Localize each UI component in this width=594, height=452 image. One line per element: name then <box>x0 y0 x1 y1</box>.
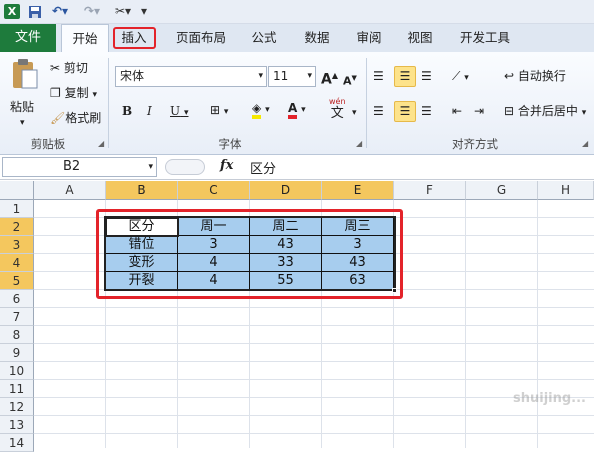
merge-icon: ⊟ <box>504 104 515 118</box>
tab-page-layout[interactable]: 页面布局 <box>170 24 232 52</box>
font-size-dropdown-icon[interactable]: ▾ <box>307 67 312 86</box>
worksheet-grid[interactable]: A B C D E F G H 1 2 3 4 5 6 7 8 9 10 11 … <box>0 181 594 452</box>
row-header-12[interactable]: 12 <box>0 398 34 416</box>
tab-review[interactable]: 审阅 <box>348 24 390 52</box>
align-center-button[interactable]: ☰ <box>394 101 416 122</box>
quick-access-toolbar: X ↶▾ ↷▾ ✂▾ ▾ <box>0 0 594 24</box>
format-painter-button[interactable]: 🖌格式刷 <box>50 109 101 127</box>
name-box[interactable]: B2 ▾ <box>2 157 157 177</box>
column-header-c[interactable]: C <box>178 181 250 200</box>
font-launcher-icon[interactable]: ◢ <box>356 139 362 148</box>
align-right-button[interactable]: ☰ <box>421 102 432 120</box>
tab-developer[interactable]: 开发工具 <box>452 24 518 52</box>
column-header-b[interactable]: B <box>106 181 178 200</box>
clipboard-group-label: 剪贴板 <box>30 137 66 151</box>
column-header-f[interactable]: F <box>394 181 466 200</box>
insert-tab-highlight <box>113 27 156 49</box>
insert-function-icon[interactable]: fx <box>220 158 233 173</box>
formula-bar: B2 ▾ fx 区分 <box>0 155 594 180</box>
formula-input[interactable]: 区分 <box>250 158 276 177</box>
name-box-dropdown-icon[interactable]: ▾ <box>148 158 153 176</box>
merge-center-button[interactable]: ⊟ 合并后居中 ▾ <box>504 102 586 122</box>
paste-dropdown-icon: ▾ <box>20 118 25 128</box>
row-header-13[interactable]: 13 <box>0 416 34 434</box>
row-header-7[interactable]: 7 <box>0 308 34 326</box>
font-size-field[interactable]: 11 ▾ <box>268 66 316 87</box>
row-header-14[interactable]: 14 <box>0 434 34 452</box>
grow-font-button[interactable]: A▲ <box>321 67 338 89</box>
row-header-4[interactable]: 4 <box>0 254 34 272</box>
phonetic-dropdown-icon[interactable]: ▾ <box>352 104 357 122</box>
orientation-icon: ⟋ <box>452 69 461 83</box>
table-highlight <box>96 209 403 299</box>
orientation-button[interactable]: ⟋ ▾ <box>452 67 469 87</box>
formula-bar-divider <box>165 159 205 175</box>
cut-button[interactable]: ✂ 剪切 <box>50 59 88 77</box>
row-header-1[interactable]: 1 <box>0 200 34 218</box>
scissors-icon: ✂ <box>50 61 61 75</box>
ribbon-home: 粘贴 ▾ ✂ 剪切 ❐ 复制 ▾ 🖌格式刷 剪贴板 ◢ 宋体 ▾ 11 ▾ A▲… <box>0 52 594 155</box>
tab-home[interactable]: 开始 <box>61 24 109 53</box>
column-header-d[interactable]: D <box>250 181 322 200</box>
decrease-indent-button[interactable]: ⇤ <box>452 102 462 120</box>
alignment-group-label: 对齐方式 <box>452 137 498 151</box>
select-all-corner[interactable] <box>0 181 34 200</box>
excel-logo-icon: X <box>4 4 20 19</box>
column-header-e[interactable]: E <box>322 181 394 200</box>
italic-button[interactable]: I <box>147 102 152 120</box>
phonetic-button[interactable]: wén 文 <box>329 96 346 120</box>
brush-icon: 🖌 <box>50 111 66 125</box>
row-header-6[interactable]: 6 <box>0 290 34 308</box>
save-icon[interactable] <box>27 3 43 20</box>
clipboard-launcher-icon[interactable]: ◢ <box>98 139 104 148</box>
shrink-font-button[interactable]: A▼ <box>343 69 357 91</box>
tab-file[interactable]: 文件 <box>0 24 56 52</box>
redo-icon[interactable]: ↷▾ <box>80 3 104 20</box>
font-name-dropdown-icon[interactable]: ▾ <box>258 67 263 86</box>
wrap-text-button[interactable]: ↩ 自动换行 <box>504 67 566 85</box>
border-grid-icon: ⊞ <box>210 103 221 117</box>
undo-icon[interactable]: ↶▾ <box>48 3 72 20</box>
copy-button[interactable]: ❐ 复制 ▾ <box>50 84 97 104</box>
tab-view[interactable]: 视图 <box>399 24 441 52</box>
wrap-text-icon: ↩ <box>504 69 515 83</box>
column-header-h[interactable]: H <box>538 181 594 200</box>
column-header-a[interactable]: A <box>34 181 106 200</box>
paste-icon <box>13 59 38 89</box>
fill-color-button[interactable]: ◈ ▾ <box>252 99 270 119</box>
align-middle-button[interactable]: ☰ <box>394 66 416 87</box>
tab-data[interactable]: 数据 <box>296 24 338 52</box>
tab-formulas[interactable]: 公式 <box>243 24 285 52</box>
borders-button[interactable]: ⊞ ▾ <box>210 101 228 121</box>
column-header-g[interactable]: G <box>466 181 538 200</box>
align-top-button[interactable]: ☰ <box>373 67 384 85</box>
underline-button[interactable]: U ▾ <box>170 102 188 122</box>
row-header-10[interactable]: 10 <box>0 362 34 380</box>
copy-icon: ❐ <box>50 86 61 100</box>
row-header-2[interactable]: 2 <box>0 218 34 236</box>
row-header-5[interactable]: 5 <box>0 272 34 290</box>
paste-button[interactable]: 粘贴 ▾ <box>6 58 44 130</box>
bold-button[interactable]: B <box>122 102 132 120</box>
increase-indent-button[interactable]: ⇥ <box>474 102 484 120</box>
font-group-label: 字体 <box>218 137 242 151</box>
customize-icon[interactable]: ✂▾ <box>112 3 134 20</box>
paint-bucket-icon: ◈ <box>252 101 262 119</box>
row-header-3[interactable]: 3 <box>0 236 34 254</box>
watermark: shuijing... <box>513 391 586 406</box>
row-header-11[interactable]: 11 <box>0 380 34 398</box>
align-bottom-button[interactable]: ☰ <box>421 67 432 85</box>
font-color-button[interactable]: A ▾ <box>288 99 306 119</box>
align-left-button[interactable]: ☰ <box>373 102 384 120</box>
ribbon-tabs: 文件 开始 插入 页面布局 公式 数据 审阅 视图 开发工具 <box>0 24 594 53</box>
alignment-launcher-icon[interactable]: ◢ <box>582 139 588 148</box>
qat-more-icon[interactable]: ▾ <box>138 3 150 20</box>
row-header-9[interactable]: 9 <box>0 344 34 362</box>
font-name-field[interactable]: 宋体 ▾ <box>115 66 267 87</box>
row-header-8[interactable]: 8 <box>0 326 34 344</box>
